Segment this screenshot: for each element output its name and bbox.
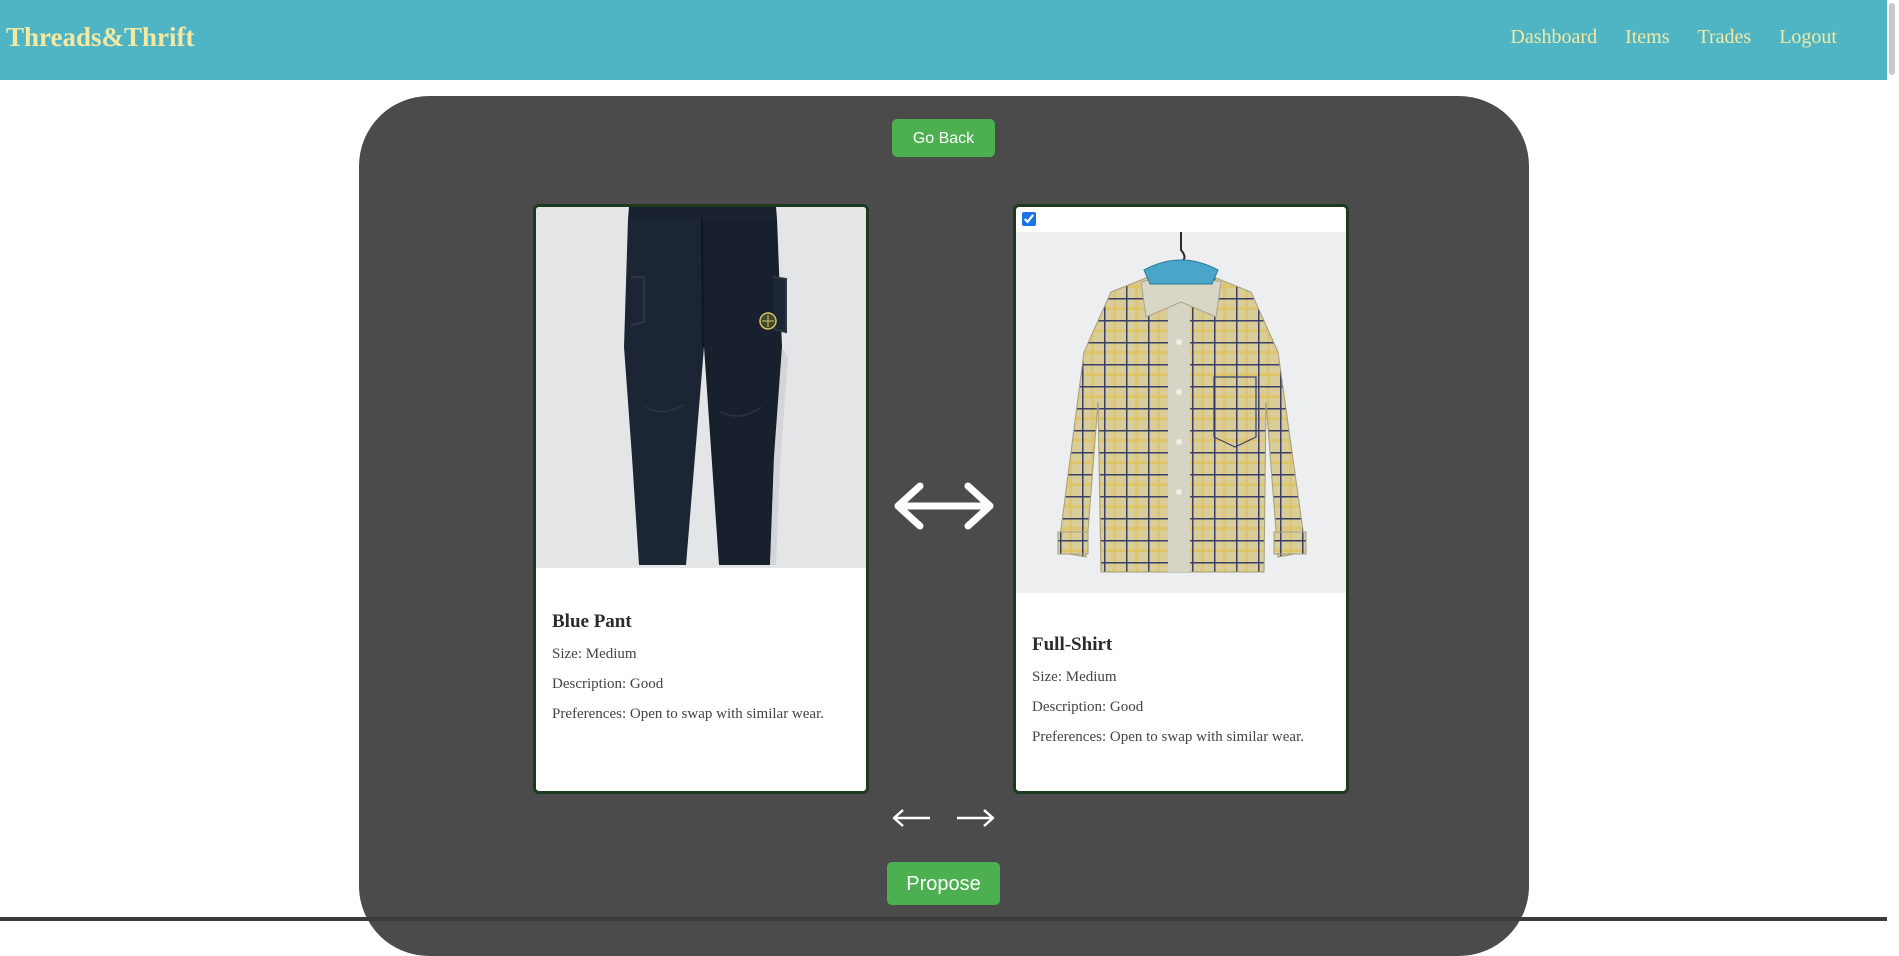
scrollbar[interactable] xyxy=(1887,0,1899,921)
double-arrow-icon xyxy=(894,482,994,530)
item-image-pants xyxy=(536,207,866,568)
item-image-shirt xyxy=(1016,232,1346,593)
arrow-right-icon[interactable] xyxy=(955,806,997,830)
nav-dashboard[interactable]: Dashboard xyxy=(1510,26,1597,49)
bottom-border xyxy=(0,917,1899,921)
item-description: Description: Good xyxy=(552,676,664,692)
item-description: Description: Good xyxy=(1032,699,1144,715)
item-preferences: Preferences: Open to swap with similar w… xyxy=(552,706,824,722)
item-details: Blue Pant Size: Medium Description: Good… xyxy=(552,611,856,736)
item-name: Full-Shirt xyxy=(1032,634,1113,655)
go-back-button[interactable]: Go Back xyxy=(892,119,995,157)
nav-links: Dashboard Items Trades Logout xyxy=(1510,26,1837,49)
item-size: Size: Medium xyxy=(1032,669,1117,685)
item-select-checkbox[interactable] xyxy=(1022,212,1036,226)
nav-logout[interactable]: Logout xyxy=(1779,26,1837,49)
propose-button[interactable]: Propose xyxy=(887,862,1000,905)
item-card-left[interactable]: Blue Pant Size: Medium Description: Good… xyxy=(533,204,869,794)
scrollbar-thumb[interactable] xyxy=(1889,3,1895,75)
navbar: Threads&Thrift Dashboard Items Trades Lo… xyxy=(0,0,1899,80)
item-name: Blue Pant xyxy=(552,611,632,632)
item-details: Full-Shirt Size: Medium Description: Goo… xyxy=(1032,634,1336,759)
item-preferences: Preferences: Open to swap with similar w… xyxy=(1032,729,1304,745)
item-size: Size: Medium xyxy=(552,646,637,662)
item-card-right[interactable]: Full-Shirt Size: Medium Description: Goo… xyxy=(1013,204,1349,794)
nav-items[interactable]: Items xyxy=(1625,26,1669,49)
nav-trades[interactable]: Trades xyxy=(1698,26,1752,49)
brand-logo[interactable]: Threads&Thrift xyxy=(6,22,195,53)
arrow-left-icon[interactable] xyxy=(890,806,932,830)
